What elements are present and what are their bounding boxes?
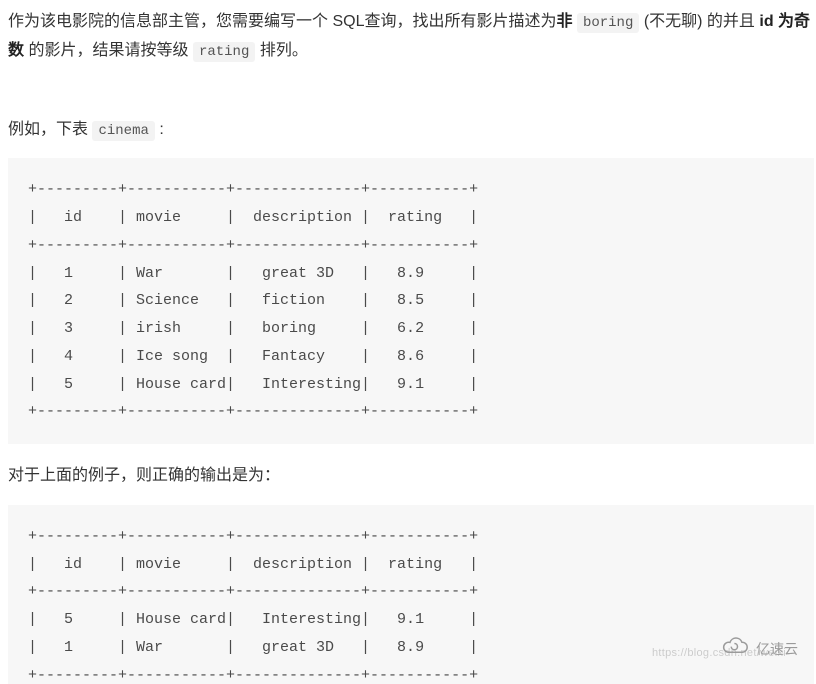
paren-boring: (不无聊) 的并且 — [644, 13, 755, 30]
problem-statement-line1: 作为该电影院的信息部主管，您需要编写一个 SQL查询，找出所有影片描述为非 bo… — [8, 8, 816, 66]
intro-text-1: 作为该电影院的信息部主管，您需要编写一个 SQL查询，找出所有影片描述为 — [8, 13, 556, 30]
table-row: | 2 | Science | fiction | 8.5 | — [28, 292, 478, 309]
code-boring: boring — [577, 13, 639, 33]
example-intro-text1: 例如，下表 — [8, 121, 88, 138]
table-sep: +---------+-----------+--------------+--… — [28, 667, 478, 684]
table-row: | 3 | irish | boring | 6.2 | — [28, 320, 478, 337]
document-body: 作为该电影院的信息部主管，您需要编写一个 SQL查询，找出所有影片描述为非 bo… — [0, 0, 816, 684]
table-header: | id | movie | description | rating | — [28, 556, 478, 573]
code-cinema: cinema — [92, 121, 154, 141]
table-row: | 1 | War | great 3D | 8.9 | — [28, 639, 478, 656]
intro-text-2: 的影片，结果请按等级 — [28, 42, 188, 59]
table-sep: +---------+-----------+--------------+--… — [28, 237, 478, 254]
table-header: | id | movie | description | rating | — [28, 209, 478, 226]
table-sep: +---------+-----------+--------------+--… — [28, 583, 478, 600]
table-sep: +---------+-----------+--------------+--… — [28, 403, 478, 420]
cinema-table-block: +---------+-----------+--------------+--… — [8, 158, 814, 444]
table-row: | 5 | House card| Interesting| 9.1 | — [28, 611, 478, 628]
table-row: | 5 | House card| Interesting| 9.1 | — [28, 376, 478, 393]
output-intro: 对于上面的例子，则正确的输出是为： — [8, 462, 816, 491]
table-row: | 4 | Ice song | Fantacy | 8.6 | — [28, 348, 478, 365]
code-rating: rating — [193, 42, 255, 62]
output-table-block: +---------+-----------+--------------+--… — [8, 505, 814, 684]
table-sep: +---------+-----------+--------------+--… — [28, 528, 478, 545]
example-intro-text2: : — [159, 121, 163, 138]
spacer — [8, 80, 816, 116]
intro-text-3: 排列。 — [260, 42, 308, 59]
bold-not: 非 — [556, 13, 572, 30]
example-intro: 例如，下表 cinema : — [8, 116, 816, 145]
table-row: | 1 | War | great 3D | 8.9 | — [28, 265, 478, 282]
table-sep: +---------+-----------+--------------+--… — [28, 181, 478, 198]
